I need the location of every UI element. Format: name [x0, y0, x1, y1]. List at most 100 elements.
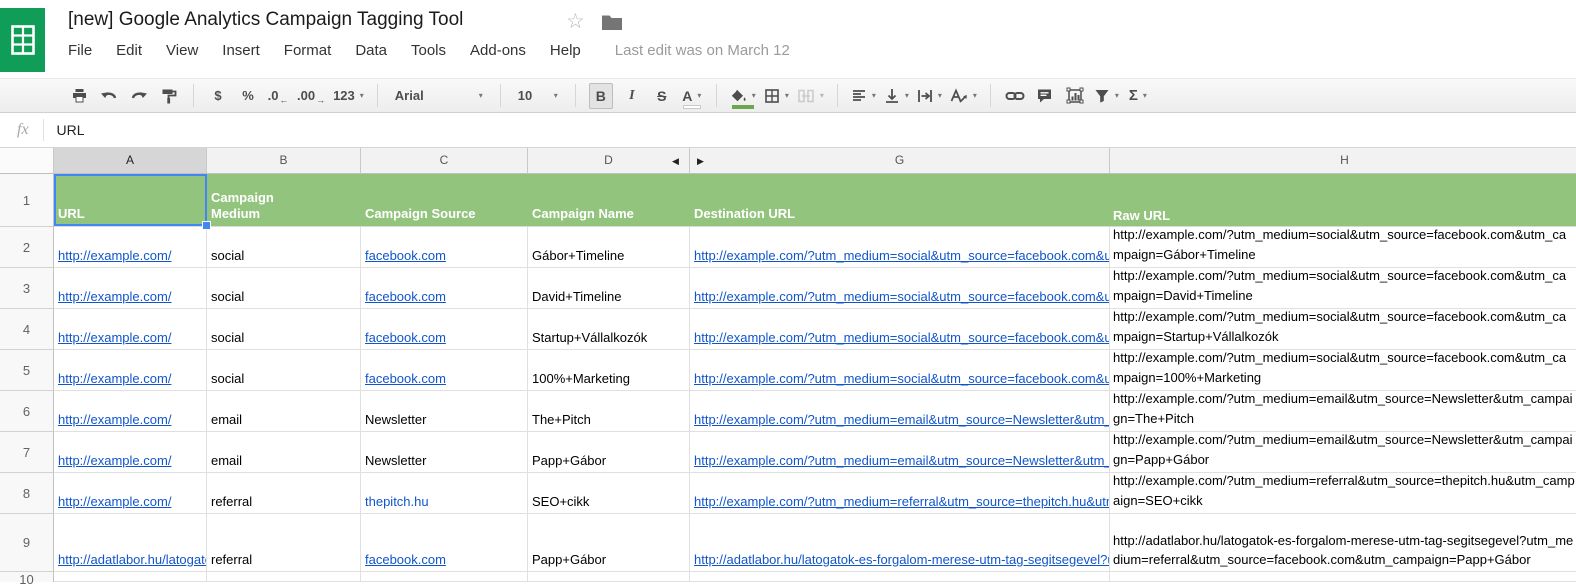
url-link[interactable]: http://example.com/: [58, 453, 171, 468]
cell-raw-url[interactable]: http://adatlabor.hu/latogatok-es-forgalo…: [1110, 514, 1576, 572]
insert-comment-button[interactable]: [1034, 84, 1056, 108]
source-link[interactable]: facebook.com: [365, 330, 446, 345]
cell-source[interactable]: facebook.com: [361, 268, 528, 309]
column-header-D[interactable]: D: [528, 148, 690, 174]
cell-source[interactable]: facebook.com: [361, 514, 528, 572]
redo-button[interactable]: [128, 84, 150, 108]
source-link[interactable]: facebook.com: [365, 248, 446, 263]
cell-destination[interactable]: http://example.com/?utm_medium=social&ut…: [690, 227, 1110, 268]
destination-link[interactable]: http://example.com/?utm_medium=social&ut…: [694, 289, 1109, 304]
cell-url[interactable]: http://example.com/: [54, 473, 207, 514]
currency-format-button[interactable]: $: [207, 84, 229, 108]
cell-campaign-name[interactable]: 100%+Marketing: [528, 350, 690, 391]
text-wrap-button[interactable]: ▾: [917, 84, 942, 108]
menu-file[interactable]: File: [68, 42, 92, 59]
borders-button[interactable]: ▾: [764, 84, 789, 108]
cell-raw-url[interactable]: http://example.com/?utm_medium=social&ut…: [1110, 350, 1576, 391]
row-number[interactable]: 9: [0, 514, 54, 572]
cell-raw-url[interactable]: http://example.com/?utm_medium=social&ut…: [1110, 227, 1576, 268]
cell[interactable]: [207, 572, 361, 582]
cell-destination[interactable]: http://example.com/?utm_medium=referral&…: [690, 473, 1110, 514]
filter-button[interactable]: ▾: [1094, 84, 1119, 108]
functions-button[interactable]: Σ ▾: [1127, 84, 1149, 108]
cell-destination[interactable]: http://example.com/?utm_medium=email&utm…: [690, 391, 1110, 432]
cell-raw-url[interactable]: http://example.com/?utm_medium=email&utm…: [1110, 391, 1576, 432]
destination-link[interactable]: http://example.com/?utm_medium=social&ut…: [694, 248, 1109, 263]
cell-raw-url[interactable]: http://example.com/?utm_medium=social&ut…: [1110, 268, 1576, 309]
cell-source[interactable]: facebook.com: [361, 350, 528, 391]
source-link[interactable]: facebook.com: [365, 371, 446, 386]
menu-insert[interactable]: Insert: [222, 42, 260, 59]
cell-B1[interactable]: Campaign Medium: [207, 174, 361, 227]
destination-link[interactable]: http://adatlabor.hu/latogatok-es-forgalo…: [694, 552, 1109, 567]
row-number[interactable]: 2: [0, 227, 54, 268]
undo-button[interactable]: [98, 84, 120, 108]
source-link[interactable]: facebook.com: [365, 552, 446, 567]
cell-G1[interactable]: Destination URL: [690, 174, 1110, 227]
percent-format-button[interactable]: %: [237, 84, 259, 108]
row-number[interactable]: 1: [0, 174, 54, 227]
column-header-A[interactable]: A: [54, 148, 207, 174]
column-header-C[interactable]: C: [361, 148, 528, 174]
destination-link[interactable]: http://example.com/?utm_medium=email&utm…: [694, 453, 1109, 468]
horizontal-align-button[interactable]: ▾: [851, 84, 876, 108]
cell-medium[interactable]: email: [207, 432, 361, 473]
cell-medium[interactable]: email: [207, 391, 361, 432]
menu-help[interactable]: Help: [550, 42, 581, 59]
menu-data[interactable]: Data: [355, 42, 387, 59]
cell-medium[interactable]: social: [207, 309, 361, 350]
cell-campaign-name[interactable]: Papp+Gábor: [528, 514, 690, 572]
merge-cells-button[interactable]: ▾: [797, 84, 824, 108]
destination-link[interactable]: http://example.com/?utm_medium=email&utm…: [694, 412, 1109, 427]
destination-link[interactable]: http://example.com/?utm_medium=social&ut…: [694, 330, 1109, 345]
sheets-logo-icon[interactable]: [0, 8, 45, 72]
cell-medium[interactable]: social: [207, 227, 361, 268]
star-icon[interactable]: ☆: [566, 11, 585, 32]
url-link[interactable]: http://example.com/: [58, 494, 171, 509]
vertical-align-button[interactable]: ▾: [884, 84, 909, 108]
cell-medium[interactable]: referral: [207, 514, 361, 572]
url-link[interactable]: http://example.com/: [58, 412, 171, 427]
document-title[interactable]: [new] Google Analytics Campaign Tagging …: [68, 9, 463, 31]
cell-url[interactable]: http://example.com/: [54, 309, 207, 350]
strikethrough-button[interactable]: S: [651, 84, 673, 108]
text-color-button[interactable]: A ▾: [681, 84, 703, 109]
cell-campaign-name[interactable]: SEO+cikk: [528, 473, 690, 514]
cell-destination[interactable]: http://example.com/?utm_medium=social&ut…: [690, 350, 1110, 391]
url-link[interactable]: http://adatlabor.hu/latogatok-es-forgalo…: [58, 552, 206, 567]
url-link[interactable]: http://example.com/: [58, 248, 171, 263]
row-number[interactable]: 3: [0, 268, 54, 309]
italic-button[interactable]: I: [621, 84, 643, 108]
formula-bar-input[interactable]: URL: [57, 122, 85, 138]
folder-icon[interactable]: [602, 14, 622, 35]
cell-url[interactable]: http://example.com/: [54, 268, 207, 309]
hidden-columns-right-arrow-icon[interactable]: ▶: [697, 148, 704, 174]
url-link[interactable]: http://example.com/: [58, 330, 171, 345]
insert-link-button[interactable]: [1004, 84, 1026, 108]
cell-source[interactable]: facebook.com: [361, 309, 528, 350]
row-number[interactable]: 5: [0, 350, 54, 391]
cell-medium[interactable]: social: [207, 350, 361, 391]
paint-format-button[interactable]: [158, 84, 180, 108]
cell-url[interactable]: http://example.com/: [54, 391, 207, 432]
font-size-selector[interactable]: 10 ▾: [514, 84, 562, 108]
row-number[interactable]: 4: [0, 309, 54, 350]
row-number[interactable]: 7: [0, 432, 54, 473]
row-number[interactable]: 10: [0, 572, 54, 587]
menu-edit[interactable]: Edit: [116, 42, 142, 59]
row-number[interactable]: 6: [0, 391, 54, 432]
cell-medium[interactable]: social: [207, 268, 361, 309]
menu-view[interactable]: View: [166, 42, 198, 59]
cell-C1[interactable]: Campaign Source: [361, 174, 528, 227]
cell[interactable]: [361, 572, 528, 582]
cell-destination[interactable]: http://example.com/?utm_medium=social&ut…: [690, 309, 1110, 350]
cell[interactable]: [690, 572, 1110, 582]
url-link[interactable]: http://example.com/: [58, 371, 171, 386]
cell-destination[interactable]: http://adatlabor.hu/latogatok-es-forgalo…: [690, 514, 1110, 572]
cell-url[interactable]: http://example.com/: [54, 432, 207, 473]
cell-H1[interactable]: Raw URL: [1110, 174, 1576, 227]
url-link[interactable]: http://example.com/: [58, 289, 171, 304]
source-link[interactable]: thepitch.hu: [365, 494, 429, 509]
cell-source[interactable]: Newsletter: [361, 391, 528, 432]
cell-A1-selected[interactable]: URL: [54, 174, 211, 230]
